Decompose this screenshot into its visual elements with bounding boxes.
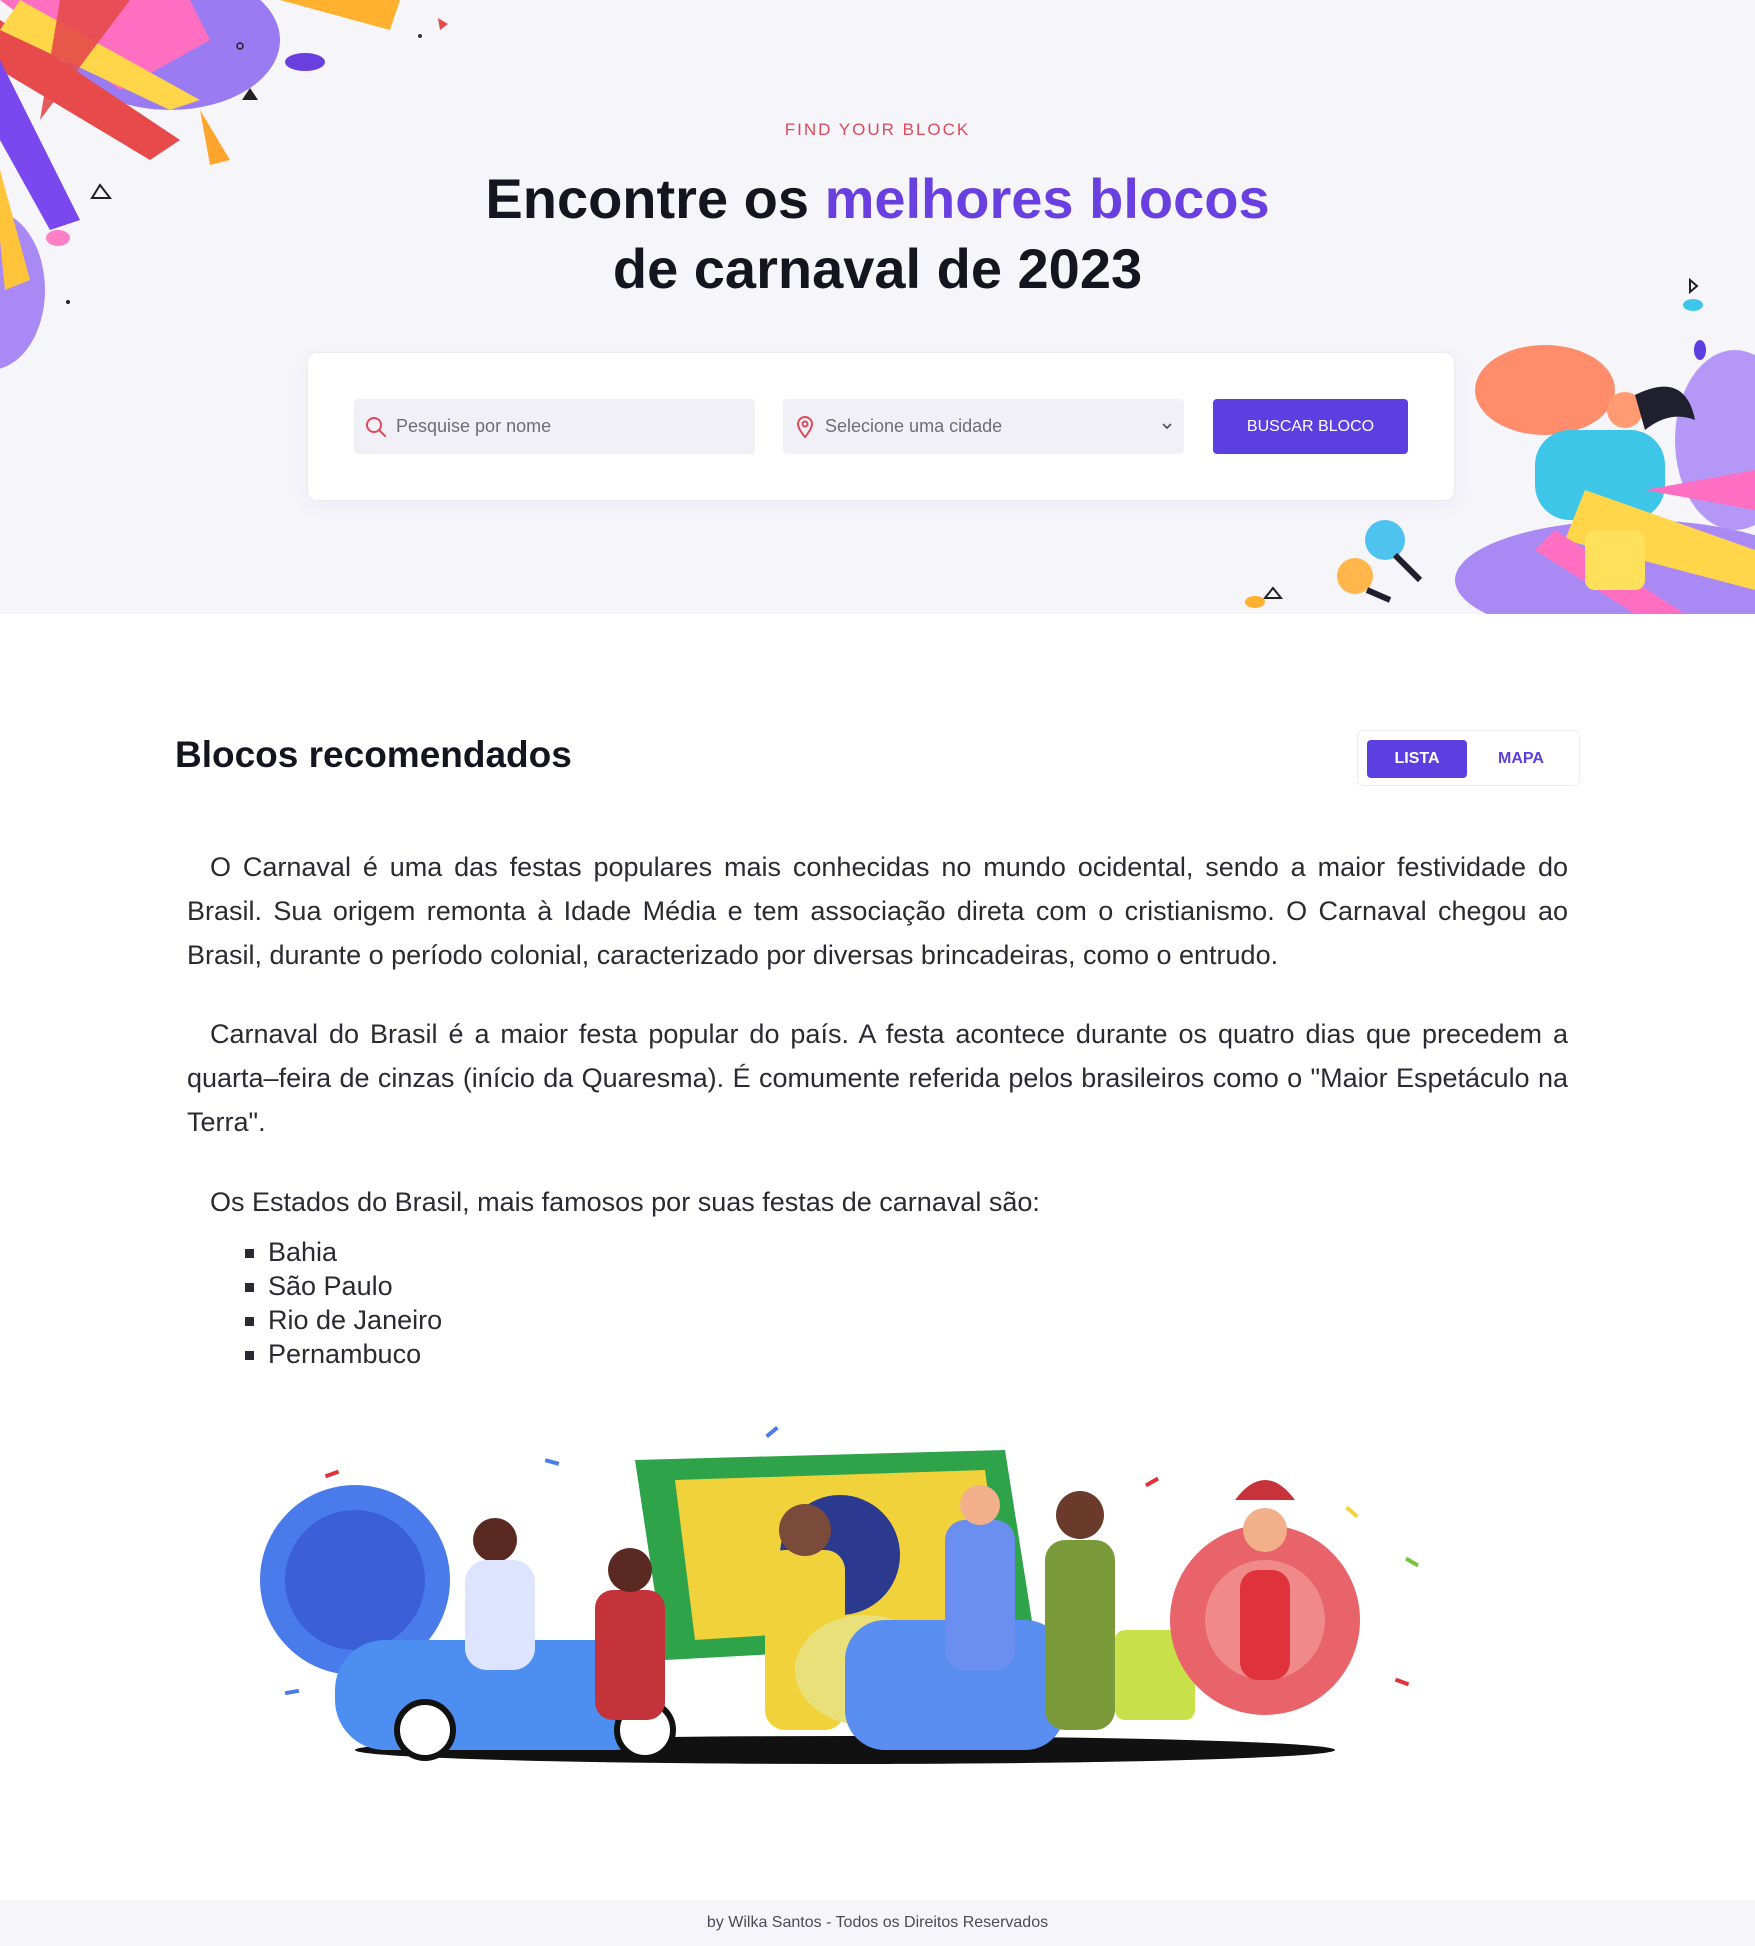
carnival-parade-illustration <box>260 1425 1420 1764</box>
footer-text: by Wilka Santos - Todos os Direitos Rese… <box>706 1914 1049 1931</box>
section-title: Blocos recomendados <box>175 734 572 775</box>
toggle-mapa-button[interactable]: MAPA <box>1471 740 1571 778</box>
hero-section: FIND YOUR BLOCK Encontre os melhores blo… <box>0 0 1755 614</box>
list-item: Rio de Janeiro <box>245 1303 442 1337</box>
toggle-lista-button[interactable]: LISTA <box>1367 740 1467 778</box>
chevron-down-icon <box>1162 423 1172 430</box>
paragraph-intro: O Carnaval é uma das festas populares ma… <box>187 845 1568 977</box>
search-icon <box>362 413 390 441</box>
search-button[interactable]: BUSCAR BLOCO <box>1213 399 1408 454</box>
hero-title-part2: de carnaval de 2023 <box>612 237 1143 300</box>
paragraph-brazil: Carnaval do Brasil é a maior festa popul… <box>187 1012 1568 1144</box>
list-item: Pernambuco <box>245 1337 442 1371</box>
hero-eyebrow: FIND YOUR BLOCK <box>784 120 971 139</box>
hero-title: Encontre os melhores blocos de carnaval … <box>0 164 1755 304</box>
states-list: Bahia São Paulo Rio de Janeiro Pernambuc… <box>245 1235 442 1371</box>
paragraph-intro-text: O Carnaval é uma das festas populares ma… <box>187 852 1568 970</box>
map-pin-icon <box>791 413 819 441</box>
paragraph-states-text: Os Estados do Brasil, mais famosos por s… <box>210 1187 1040 1217</box>
search-card: Pesquise por nome Selecione uma cidade B… <box>307 352 1455 501</box>
search-name-placeholder: Pesquise por nome <box>396 416 552 436</box>
city-select[interactable]: Selecione uma cidade <box>783 399 1184 454</box>
list-item: São Paulo <box>245 1269 442 1303</box>
paragraph-brazil-text: Carnaval do Brasil é a maior festa popul… <box>187 1019 1568 1137</box>
view-toggle: LISTA MAPA <box>1357 730 1580 786</box>
hero-title-part1: Encontre os <box>485 167 825 230</box>
search-name-input[interactable]: Pesquise por nome <box>354 399 755 454</box>
hero-title-accent: melhores blocos <box>824 167 1270 230</box>
list-item: Bahia <box>245 1235 442 1269</box>
city-select-placeholder: Selecione uma cidade <box>825 416 1003 436</box>
paragraph-states: Os Estados do Brasil, mais famosos por s… <box>187 1180 1568 1224</box>
footer: by Wilka Santos - Todos os Direitos Rese… <box>0 1900 1755 1946</box>
